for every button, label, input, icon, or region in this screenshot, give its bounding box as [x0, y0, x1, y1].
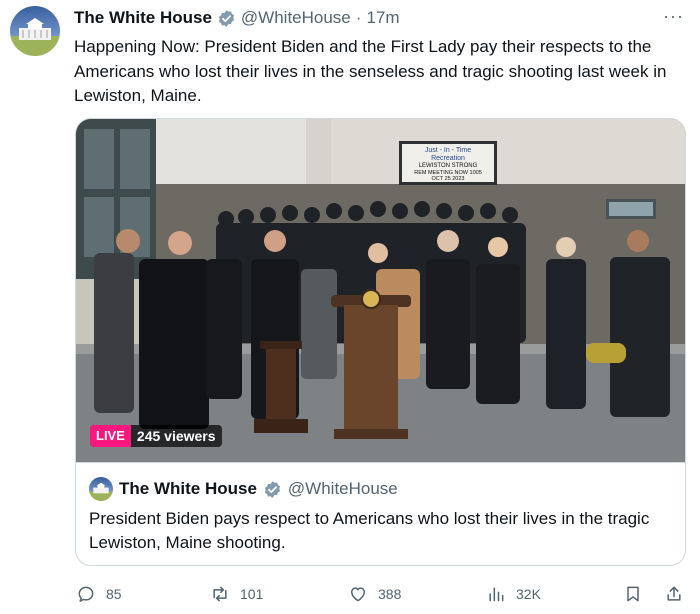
- quoted-display-name: The White House: [119, 479, 257, 498]
- quoted-tweet-text: President Biden pays respect to American…: [89, 509, 650, 552]
- like-button[interactable]: 388: [348, 580, 401, 608]
- separator-dot: ·: [355, 8, 362, 27]
- views-chart-icon: [489, 587, 504, 602]
- views-button[interactable]: 32K: [486, 580, 541, 608]
- reply-count: 85: [106, 586, 122, 602]
- video-frame: Just - In - Time Recreation LEWISTON STR…: [76, 119, 685, 462]
- sign-line-3: LEWISTON STRONG: [419, 163, 478, 169]
- media-card[interactable]: Just - In - Time Recreation LEWISTON STR…: [75, 118, 686, 566]
- repost-button[interactable]: 101: [210, 580, 263, 608]
- action-bar: 85 101 388 32K: [76, 580, 688, 608]
- verified-badge-icon[interactable]: [217, 9, 236, 28]
- viewer-count: 245 viewers: [136, 428, 216, 444]
- share-button[interactable]: [664, 580, 684, 608]
- quoted-avatar: [89, 477, 113, 501]
- avatar[interactable]: [10, 6, 60, 56]
- reply-icon: [78, 586, 94, 602]
- like-count: 388: [378, 586, 402, 602]
- live-indicator: LIVE 245 viewers: [90, 425, 222, 447]
- live-video[interactable]: Just - In - Time Recreation LEWISTON STR…: [76, 119, 685, 462]
- reply-button[interactable]: 85: [76, 580, 122, 608]
- bookmark-button[interactable]: [623, 580, 643, 608]
- tweet-header: The White House @WhiteHouse · 17m: [74, 6, 400, 30]
- bookmark-icon: [627, 586, 639, 602]
- white-house-logo-icon: [10, 18, 60, 56]
- heart-icon: [351, 587, 365, 602]
- display-name[interactable]: The White House: [74, 8, 212, 28]
- sign-line-1: Just - In - Time: [425, 147, 471, 154]
- tweet: The White House @WhiteHouse · 17m ··· Ha…: [0, 0, 700, 614]
- quoted-tweet[interactable]: The White House @WhiteHouse President Bi…: [76, 462, 685, 565]
- tweet-text: Happening Now: President Biden and the F…: [74, 37, 667, 105]
- live-badge: LIVE: [90, 425, 131, 447]
- quoted-tweet-header: The White House @WhiteHouse: [89, 477, 398, 501]
- sign-line-5: OCT 25 2023: [432, 176, 465, 182]
- sign-line-2: Recreation: [431, 155, 465, 162]
- verified-badge-icon: [264, 480, 280, 498]
- share-icon: [667, 586, 681, 601]
- view-count: 32K: [516, 586, 541, 602]
- quoted-handle: @WhiteHouse: [287, 479, 398, 498]
- repost-count: 101: [240, 586, 264, 602]
- white-house-logo-icon: [89, 482, 113, 501]
- repost-icon: [213, 586, 227, 602]
- timestamp[interactable]: 17m: [366, 8, 399, 28]
- more-options-icon[interactable]: ···: [663, 6, 684, 27]
- handle[interactable]: @WhiteHouse: [241, 8, 351, 28]
